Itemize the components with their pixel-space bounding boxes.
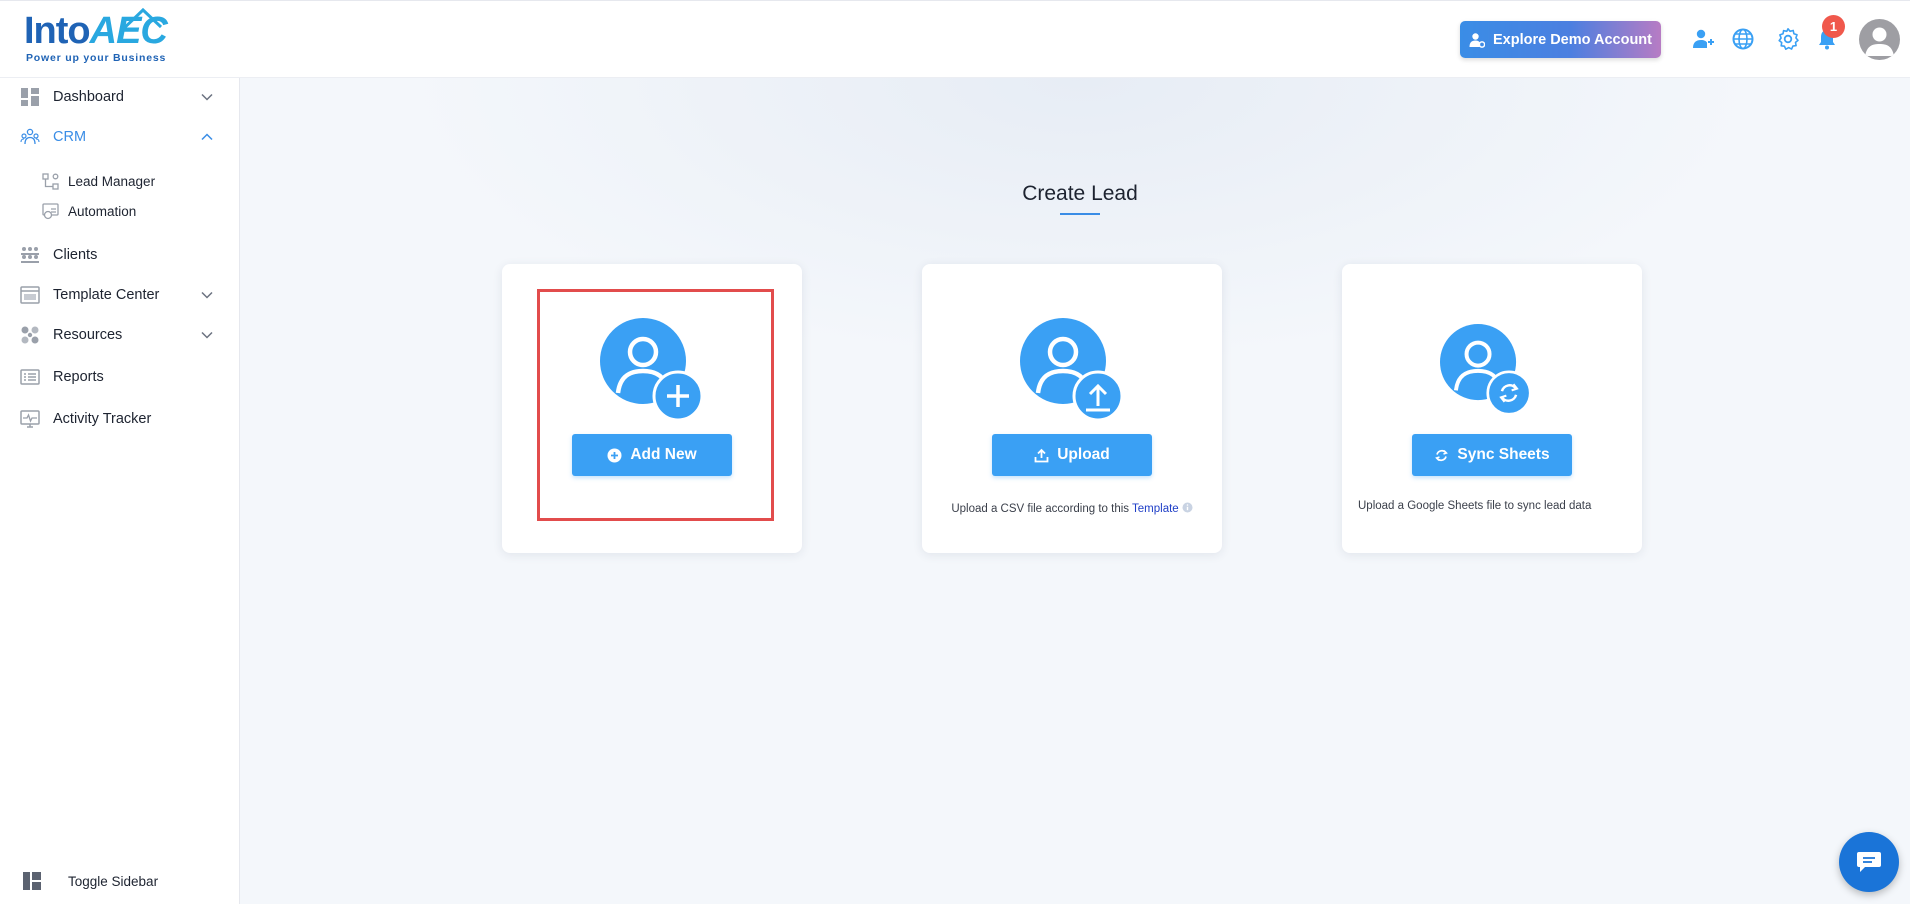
page-title: Create Lead: [1022, 182, 1138, 205]
upload-card: Upload Upload a CSV file according to th…: [922, 264, 1222, 553]
sync-sheets-note: Upload a Google Sheets file to sync lead…: [1358, 500, 1592, 512]
chevron-down-icon: [201, 331, 213, 339]
sidebar-item-clients[interactable]: Clients: [0, 238, 240, 272]
chevron-down-icon: [201, 93, 213, 101]
top-header: IntoAEC Power up your Business Explore D…: [0, 0, 1910, 78]
logo-roof-icon: [119, 7, 163, 33]
add-new-card: Add New: [502, 264, 802, 553]
chevron-down-icon: [201, 291, 213, 299]
sidebar-item-activity-tracker[interactable]: Activity Tracker: [0, 402, 240, 436]
user-gear-icon: [1469, 32, 1485, 48]
upload-note-text: Upload a CSV file according to this: [951, 503, 1133, 515]
toggle-sidebar-button[interactable]: Toggle Sidebar: [0, 858, 240, 904]
explore-demo-account-label: Explore Demo Account: [1493, 31, 1652, 48]
sync-icon: [1435, 449, 1449, 461]
sync-user-illustration-icon: [1440, 324, 1532, 416]
info-icon[interactable]: [1182, 502, 1193, 513]
sidebar: Dashboard CRM Lead Manager Automation Cl…: [0, 78, 240, 904]
sync-sheets-button-label: Sync Sheets: [1457, 446, 1550, 463]
title-underline: [1060, 213, 1100, 215]
add-new-button-label: Add New: [630, 446, 697, 463]
user-avatar[interactable]: [1859, 19, 1900, 60]
plus-circle-icon: [607, 448, 622, 462]
sidebar-toggle-icon: [23, 872, 41, 890]
resources-icon: [21, 326, 39, 344]
sidebar-item-label: Dashboard: [53, 89, 124, 105]
chevron-up-icon: [201, 133, 213, 141]
sidebar-item-dashboard[interactable]: Dashboard: [0, 80, 240, 114]
globe-icon[interactable]: [1731, 27, 1755, 51]
sidebar-item-template-center[interactable]: Template Center: [0, 278, 240, 312]
sync-sheets-card: Sync Sheets Upload a Google Sheets file …: [1342, 264, 1642, 553]
upload-button-label: Upload: [1057, 446, 1110, 463]
sidebar-item-reports[interactable]: Reports: [0, 360, 240, 394]
avatar-person-icon: [1865, 27, 1894, 56]
add-user-illustration-icon: [600, 318, 704, 422]
toggle-sidebar-label: Toggle Sidebar: [68, 873, 159, 889]
sidebar-subitem-lead-manager[interactable]: Lead Manager: [0, 168, 240, 194]
sidebar-item-label: Template Center: [53, 287, 160, 303]
logo-tagline: Power up your Business: [26, 52, 167, 64]
sync-sheets-button[interactable]: Sync Sheets: [1412, 434, 1572, 476]
sidebar-subitem-label: Lead Manager: [68, 173, 156, 189]
template-link[interactable]: Template: [1132, 503, 1179, 515]
sidebar-item-label: Clients: [53, 247, 98, 263]
lead-manager-icon: [42, 172, 59, 190]
sidebar-item-resources[interactable]: Resources: [0, 318, 240, 352]
chat-icon: [1857, 852, 1881, 872]
sidebar-item-label: Reports: [53, 369, 104, 385]
crm-icon: [20, 128, 40, 145]
activity-icon: [20, 410, 40, 428]
sidebar-subitem-label: Automation: [68, 203, 137, 219]
sidebar-item-label: Resources: [53, 327, 123, 343]
upload-note: Upload a CSV file according to this Temp…: [922, 502, 1222, 515]
reports-icon: [20, 369, 40, 385]
chat-support-button[interactable]: [1839, 832, 1899, 892]
upload-user-illustration-icon: [1020, 318, 1124, 422]
sidebar-subitem-automation[interactable]: Automation: [0, 198, 240, 224]
explore-demo-account-button[interactable]: Explore Demo Account: [1460, 21, 1661, 58]
upload-icon: [1034, 448, 1049, 462]
sidebar-item-label: CRM: [53, 129, 87, 145]
gear-icon[interactable]: [1776, 27, 1800, 51]
add-new-button[interactable]: Add New: [572, 434, 732, 476]
add-user-icon[interactable]: [1691, 27, 1715, 51]
dashboard-icon: [21, 88, 39, 106]
notification-badge: 1: [1822, 15, 1845, 38]
sidebar-item-label: Activity Tracker: [53, 411, 152, 427]
automation-icon: [42, 202, 59, 219]
logo-name-main: Into: [24, 10, 91, 52]
intoaec-logo[interactable]: IntoAEC Power up your Business: [24, 7, 184, 67]
template-icon: [20, 286, 40, 304]
sidebar-item-crm[interactable]: CRM: [0, 120, 240, 154]
clients-icon: [21, 247, 39, 263]
upload-button[interactable]: Upload: [992, 434, 1152, 476]
